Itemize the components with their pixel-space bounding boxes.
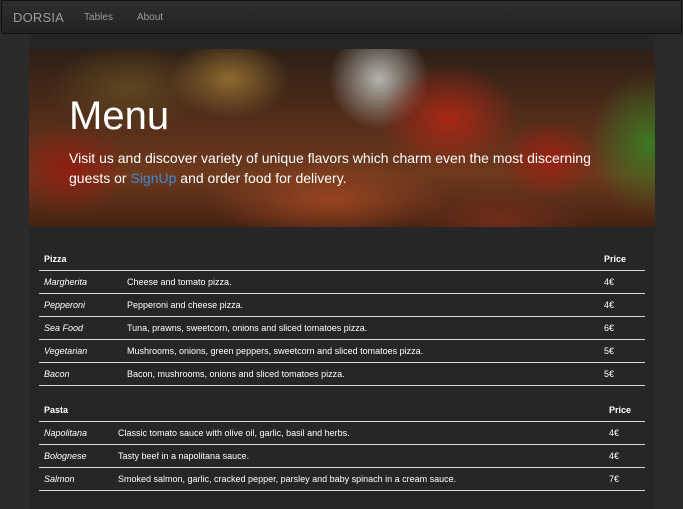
nav-link-about[interactable]: About bbox=[137, 12, 163, 23]
table-row: Bolognese Tasty beef in a napolitana sau… bbox=[39, 444, 645, 468]
dish-name: Vegetarian bbox=[39, 339, 122, 363]
dish-price: 7€ bbox=[604, 467, 645, 491]
pasta-menu-table: Pasta Price Napolitana Classic tomato sa… bbox=[39, 399, 645, 491]
hero-banner: Menu Visit us and discover variety of un… bbox=[29, 49, 655, 227]
dish-price: 4€ bbox=[604, 421, 645, 445]
dish-description: Tuna, prawns, sweetcorn, onions and slic… bbox=[122, 316, 599, 340]
signup-link[interactable]: SignUp bbox=[130, 170, 176, 186]
dish-description: Mushrooms, onions, green peppers, sweetc… bbox=[122, 339, 599, 363]
table-header-row: Pizza Price bbox=[39, 248, 645, 271]
column-header-pasta: Pasta bbox=[39, 399, 113, 422]
dish-price: 6€ bbox=[599, 316, 645, 340]
table-header-row: Pasta Price bbox=[39, 399, 645, 422]
dish-description: Cheese and tomato pizza. bbox=[122, 270, 599, 294]
dish-description: Bacon, mushrooms, onions and sliced toma… bbox=[122, 362, 599, 386]
dish-name: Sea Food bbox=[39, 316, 122, 340]
dish-price: 4€ bbox=[604, 444, 645, 468]
column-header-description bbox=[113, 399, 604, 422]
dish-name: Napolitana bbox=[39, 421, 113, 445]
column-header-price: Price bbox=[599, 248, 645, 271]
dish-description: Tasty beef in a napolitana sauce. bbox=[113, 444, 604, 468]
column-header-description bbox=[122, 248, 599, 271]
dish-price: 4€ bbox=[599, 270, 645, 294]
table-row: Bacon Bacon, mushrooms, onions and slice… bbox=[39, 362, 645, 386]
dish-name: Margherita bbox=[39, 270, 122, 294]
dish-name: Bolognese bbox=[39, 444, 113, 468]
column-header-pizza: Pizza bbox=[39, 248, 122, 271]
nav-link-tables[interactable]: Tables bbox=[84, 12, 113, 23]
dish-name: Bacon bbox=[39, 362, 122, 386]
table-row: Sea Food Tuna, prawns, sweetcorn, onions… bbox=[39, 316, 645, 340]
brand-logo[interactable]: DORSIA bbox=[13, 10, 64, 25]
table-row: Margherita Cheese and tomato pizza. 4€ bbox=[39, 270, 645, 294]
table-row: Vegetarian Mushrooms, onions, green pepp… bbox=[39, 339, 645, 363]
dish-description: Smoked salmon, garlic, cracked pepper, p… bbox=[113, 467, 604, 491]
dish-name: Salmon bbox=[39, 467, 113, 491]
table-row: Napolitana Classic tomato sauce with oli… bbox=[39, 421, 645, 445]
navbar: DORSIA Tables About bbox=[1, 0, 682, 34]
pizza-menu-table: Pizza Price Margherita Cheese and tomato… bbox=[39, 248, 645, 386]
column-header-price: Price bbox=[604, 399, 645, 422]
dish-name: Pepperoni bbox=[39, 293, 122, 317]
hero-description: Visit us and discover variety of unique … bbox=[69, 148, 629, 188]
main-container: Menu Visit us and discover variety of un… bbox=[29, 34, 655, 509]
dish-description: Classic tomato sauce with olive oil, gar… bbox=[113, 421, 604, 445]
dish-price: 5€ bbox=[599, 362, 645, 386]
hero-text-after: and order food for delivery. bbox=[176, 170, 347, 186]
table-row: Pepperoni Pepperoni and cheese pizza. 4€ bbox=[39, 293, 645, 317]
dish-price: 4€ bbox=[599, 293, 645, 317]
table-row: Salmon Smoked salmon, garlic, cracked pe… bbox=[39, 467, 645, 491]
dish-price: 5€ bbox=[599, 339, 645, 363]
dish-description: Pepperoni and cheese pizza. bbox=[122, 293, 599, 317]
page-title: Menu bbox=[69, 94, 170, 138]
